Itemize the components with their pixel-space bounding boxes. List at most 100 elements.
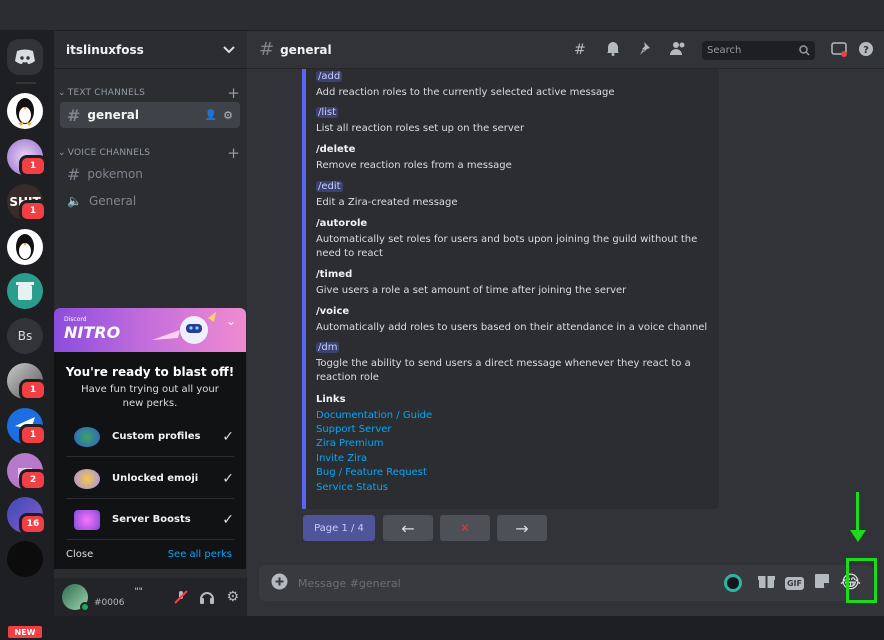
close-link[interactable]: Close <box>66 549 93 560</box>
server-icon-6[interactable]: Bs <box>7 318 43 354</box>
collapse-chevron-icon[interactable]: ⌄ <box>226 314 236 328</box>
channel-label: pokemon <box>87 167 143 181</box>
pin-icon[interactable] <box>639 41 653 60</box>
inbox-icon[interactable] <box>831 42 847 61</box>
user-tag: #0006 <box>94 598 125 608</box>
category-text-channels[interactable]: ⌄ TEXT CHANNELS + <box>58 84 240 102</box>
see-all-perks-link[interactable]: See all perks <box>168 549 232 560</box>
link-service-status[interactable]: Service Status <box>316 482 388 493</box>
command-description: Give users a role a set amount of time a… <box>316 285 627 296</box>
server-icon-8[interactable]: 1 <box>7 408 47 446</box>
nitro-banner: Discord NITRO ⌄ <box>54 308 246 352</box>
gif-button[interactable]: GIF <box>784 576 804 590</box>
nitro-logo: Discord NITRO <box>64 316 121 342</box>
command-name: /add <box>316 71 343 82</box>
command-name: /edit <box>316 181 343 192</box>
upload-plus-icon[interactable] <box>271 573 288 594</box>
help-icon[interactable]: ? <box>858 41 874 61</box>
channel-header: # general # Search ? <box>247 31 884 69</box>
bot-embed: /add Add reaction roles to the currently… <box>302 69 719 509</box>
command-name: /autorole <box>316 218 368 229</box>
link-bug-report[interactable]: Bug / Feature Request <box>316 467 427 478</box>
checkmark-icon: ✓ <box>222 511 234 528</box>
add-channel-icon[interactable]: + <box>227 144 240 162</box>
perk-unlocked-emoji: Unlocked emoji ✓ <box>66 459 234 499</box>
command-name: /voice <box>316 306 350 317</box>
server-icon-2[interactable]: 1 <box>7 139 47 177</box>
server-icon-5[interactable] <box>7 273 43 309</box>
rocket-mascot-icon <box>152 312 216 344</box>
link-invite-zira[interactable]: Invite Zira <box>316 453 367 464</box>
penguin-icon <box>7 93 43 129</box>
avatar[interactable] <box>62 584 90 612</box>
command-description: Add reaction roles to the currently sele… <box>316 87 615 98</box>
server-icon-7[interactable]: 1 <box>7 363 47 401</box>
server-name: itslinuxfoss <box>66 42 144 57</box>
links-heading: Links <box>316 394 346 405</box>
server-icon-1[interactable] <box>7 93 43 129</box>
search-input[interactable]: Search <box>702 41 815 60</box>
notification-badge: 1 <box>19 200 47 222</box>
command-name: /timed <box>316 269 353 280</box>
headphones-icon[interactable] <box>200 590 215 604</box>
nitro-subtitle: Have fun trying out all your new perks. <box>81 384 219 409</box>
voice-channel-general[interactable]: 🔈 General <box>60 188 240 214</box>
chevron-down-icon <box>223 45 235 54</box>
channel-pokemon[interactable]: # pokemon <box>60 161 240 187</box>
next-page-button[interactable]: → <box>497 515 547 541</box>
server-icon-10[interactable]: 16 <box>7 497 47 535</box>
command-name: /list <box>316 107 339 118</box>
trash-bin-icon <box>7 273 43 309</box>
invite-icon[interactable]: 👤 <box>205 110 217 121</box>
link-zira-premium[interactable]: Zira Premium <box>316 438 384 449</box>
gear-icon[interactable]: ⚙ <box>226 589 239 605</box>
command-description: Toggle the ability to send users a direc… <box>316 358 691 383</box>
previous-page-button[interactable]: ← <box>383 515 433 541</box>
server-icon-3[interactable]: SHIT 1 <box>7 184 47 222</box>
server-icon-11[interactable] <box>7 541 43 577</box>
chevron-down-icon: ⌄ <box>58 88 66 98</box>
server-header[interactable]: itslinuxfoss <box>54 31 247 69</box>
user-panel: #0006 "" ⚙ <box>54 578 247 616</box>
command-description: Edit a Zira-created message <box>316 197 458 208</box>
link-documentation[interactable]: Documentation / Guide <box>316 410 432 421</box>
add-channel-icon[interactable]: + <box>227 84 240 102</box>
server-list: 1 SHIT 1 Bs 1 1 2 16 NEW <box>0 31 54 640</box>
channel-general[interactable]: # general 👤 ⚙ <box>60 102 240 128</box>
sticker-icon[interactable] <box>814 573 830 593</box>
server-avatar <box>7 541 43 577</box>
link-support-server[interactable]: Support Server <box>316 424 392 435</box>
notification-badge: 2 <box>19 469 47 491</box>
annotation-arrow <box>856 492 859 534</box>
app-launcher-icon[interactable] <box>723 574 742 592</box>
gear-icon[interactable]: ⚙ <box>223 109 233 122</box>
hashtag-icon: # <box>67 105 81 125</box>
member-list-icon[interactable] <box>670 41 687 60</box>
boost-gem-icon <box>74 509 100 530</box>
perk-custom-profiles: Custom profiles ✓ <box>66 417 234 457</box>
message-input[interactable]: Message #general <box>298 577 724 590</box>
annotation-highlight-box <box>846 558 877 603</box>
threads-icon[interactable]: # <box>574 42 586 58</box>
checkmark-icon: ✓ <box>222 470 234 487</box>
command-description: Remove reaction roles from a message <box>316 160 512 171</box>
command-description: Automatically set roles for users and bo… <box>316 234 698 259</box>
bell-icon[interactable] <box>606 41 620 60</box>
server-icon-9[interactable]: 2 <box>7 453 47 491</box>
nitro-heading: You're ready to blast off! <box>65 365 235 379</box>
category-voice-channels[interactable]: ⌄ VOICE CHANNELS + <box>58 144 240 162</box>
online-status-icon <box>80 602 90 612</box>
search-placeholder: Search <box>707 45 742 56</box>
muted-microphone-icon[interactable] <box>174 590 189 604</box>
search-icon <box>799 41 810 60</box>
home-button[interactable] <box>7 39 43 75</box>
chat-area: # general # Search ? /add Add reaction r… <box>247 31 884 616</box>
stop-button[interactable]: ✕ <box>440 515 490 541</box>
hashtag-icon: # <box>259 39 275 60</box>
new-badge: NEW <box>6 624 44 640</box>
page-indicator-button[interactable]: Page 1 / 4 <box>303 515 375 541</box>
gift-icon[interactable] <box>757 573 775 593</box>
server-icon-4[interactable] <box>7 229 43 265</box>
annotation-arrow-head <box>850 530 866 542</box>
title-bar <box>0 0 884 31</box>
